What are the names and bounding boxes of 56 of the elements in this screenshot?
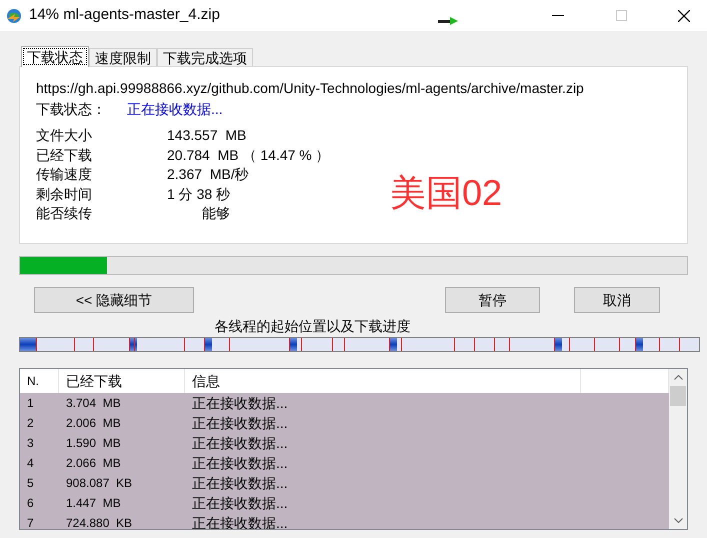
field-label: 能否续传: [36, 204, 93, 223]
table-cell-text: 正在接收数据...: [191, 414, 288, 432]
table-cell-text: 3.704 MB: [65, 395, 122, 412]
table-cell-text: 4: [26, 455, 35, 472]
table-cell-text: 7: [26, 515, 35, 529]
table-cell-text: 908.087 KB: [65, 475, 134, 492]
annotation-text: 美国02: [390, 173, 502, 213]
field-value: 1 分 38 秒: [167, 184, 230, 204]
field-value: 能够: [201, 204, 230, 223]
table-cell-text: 1.590 MB: [65, 435, 122, 452]
table-cell-text: 3: [26, 435, 35, 452]
arrow-icon[interactable]: [438, 16, 458, 24]
table-cell-text: 正在接收数据...: [191, 474, 288, 492]
field-label: 传输速度: [36, 165, 93, 184]
table-cell-text: 2: [26, 415, 35, 432]
table-cell-text: 正在接收数据...: [191, 434, 288, 452]
minimize-icon[interactable]: [552, 14, 564, 16]
scroll-down-icon[interactable]: [674, 518, 682, 523]
table-row[interactable]: 5 908.087 KB 正在接收数据...: [20, 473, 669, 493]
table-row[interactable]: 4 2.066 MB 正在接收数据...: [20, 453, 669, 473]
table-cell-text: 1: [26, 395, 35, 412]
window-title: 14% ml-agents-master_4.zip: [29, 5, 220, 26]
app-globe-icon: [6, 8, 22, 24]
field-label: 文件大小: [36, 126, 93, 145]
field-value: 143.557 MB: [167, 126, 246, 145]
table-cell-text: 2.066 MB: [65, 455, 122, 472]
table-row[interactable]: 3 1.590 MB 正在接收数据...: [20, 433, 669, 453]
status-value: 正在接收数据...: [127, 100, 223, 118]
hide-details-button[interactable]: << 隐藏细节: [34, 287, 194, 313]
tab[interactable]: 下载完成选项: [157, 48, 253, 67]
field-label: 已经下载: [36, 146, 93, 164]
scrollbar[interactable]: [669, 369, 687, 529]
tab[interactable]: 下载状态: [21, 46, 89, 67]
pause-button[interactable]: 暂停: [445, 287, 540, 313]
table-row[interactable]: 6 1.447 MB 正在接收数据...: [20, 493, 669, 513]
scroll-thumb[interactable]: [670, 386, 686, 406]
table-cell-text: 1.447 MB: [65, 495, 122, 512]
tab[interactable]: 速度限制: [89, 48, 157, 67]
field-value: 2.367 MB/秒: [167, 165, 249, 184]
field-value: 20.784 MB （ 14.47 % ）: [167, 146, 330, 164]
table-cell-text: 正在接收数据...: [191, 494, 288, 512]
download-url: https://gh.api.99988866.xyz/github.com/Unity-Technologies/ml-agents/archive/master.zip: [36, 79, 585, 97]
table-cell-text: 正在接收数据...: [191, 454, 288, 472]
status-label: 下载状态：: [36, 100, 107, 118]
table-cell-text: 6: [26, 495, 35, 512]
table-cell-text: 5: [26, 475, 35, 492]
scroll-up-icon[interactable]: [674, 375, 682, 380]
field-label: 剩余时间: [36, 184, 93, 204]
threads-label: 各线程的起始位置以及下载进度: [214, 317, 410, 335]
table-cell-text: 724.880 KB: [65, 515, 134, 529]
table-cell-text: 2.006 MB: [65, 415, 122, 432]
close-icon[interactable]: [678, 10, 690, 22]
table-row[interactable]: 2 2.006 MB 正在接收数据...: [20, 413, 669, 433]
cancel-button[interactable]: 取消: [574, 287, 660, 313]
table-cell-text: 正在接收数据...: [191, 394, 288, 412]
table-row[interactable]: 1 3.704 MB 正在接收数据...: [20, 393, 669, 413]
